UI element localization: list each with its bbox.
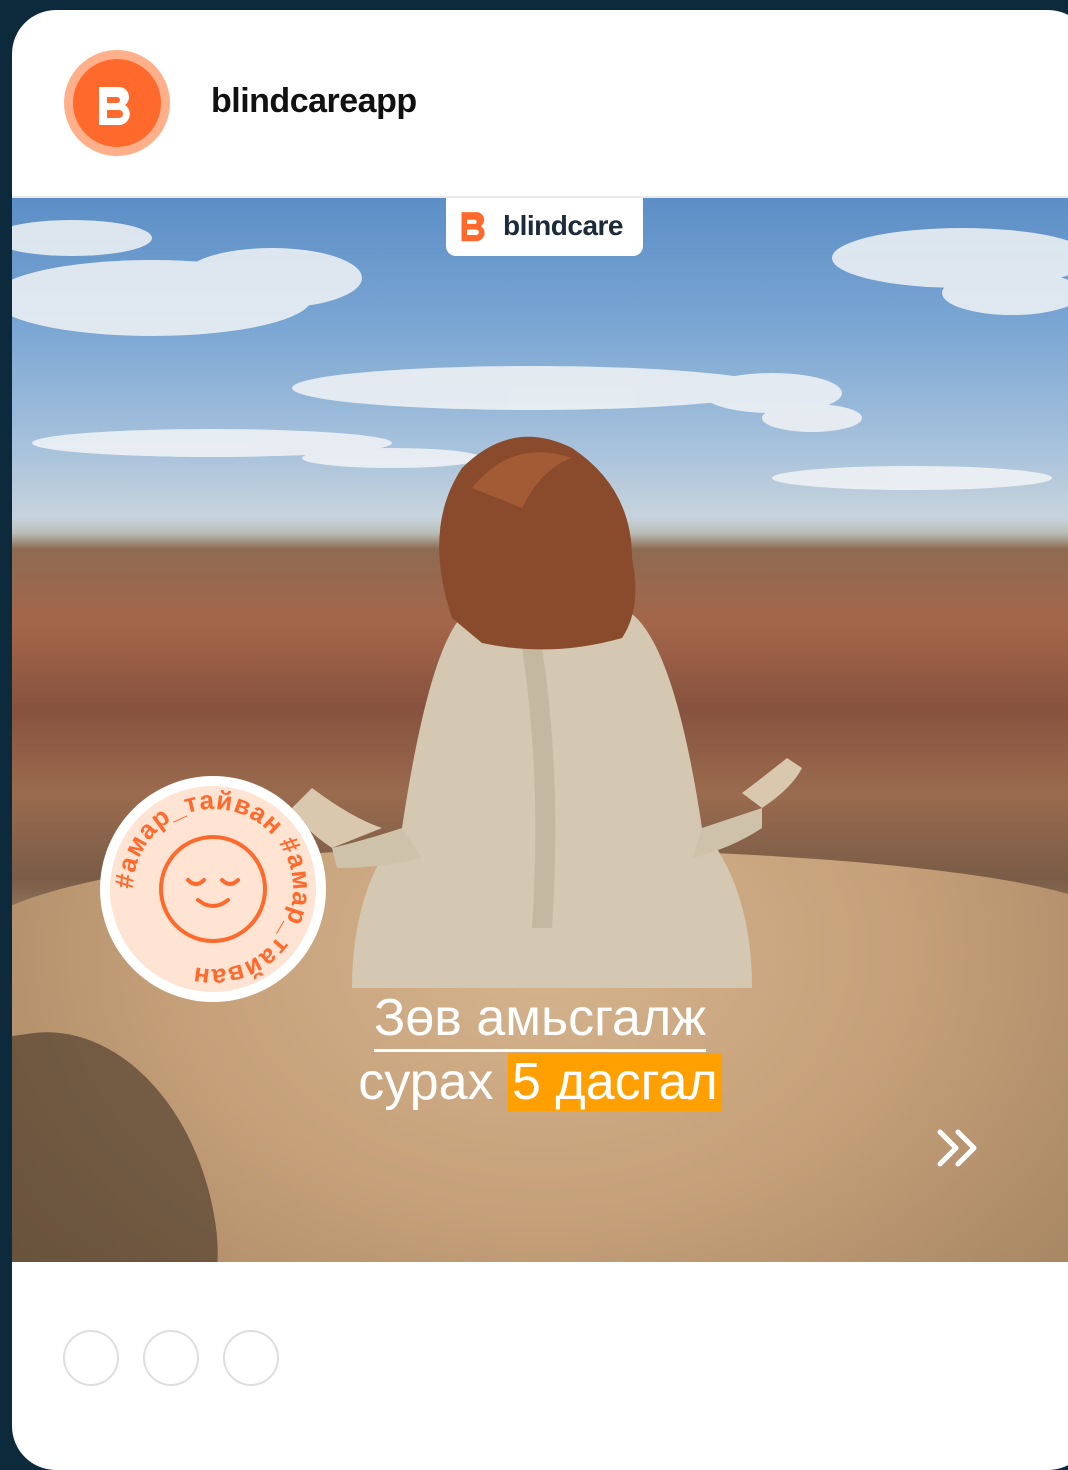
hashtag-sticker: #амар_тайван #амар_тайван — [100, 776, 326, 1002]
username[interactable]: blindcareapp — [211, 82, 417, 121]
post-header: blindcareapp — [12, 10, 1068, 198]
headline-line2: сурах — [358, 1053, 494, 1111]
action-circle-1[interactable] — [63, 1330, 119, 1386]
blindcare-logo-icon — [461, 212, 485, 242]
double-chevron-right-icon[interactable] — [934, 1126, 982, 1170]
post-actions — [12, 1264, 1068, 1470]
post-card: blindcareapp blindcare #амар_тайван #ама… — [12, 10, 1068, 1470]
headline-highlight: 5 дасгал — [508, 1053, 722, 1111]
headline: Зөв амьсгалж сурах 5 дасгал — [12, 986, 1068, 1114]
meditating-woman — [292, 436, 802, 988]
brand-name: blindcare — [503, 210, 623, 241]
blindcare-logo-icon — [73, 59, 161, 147]
brand-badge: blindcare — [446, 198, 643, 256]
action-circle-2[interactable] — [143, 1330, 199, 1386]
headline-line1: Зөв амьсгалж — [373, 989, 707, 1052]
action-circle-3[interactable] — [223, 1330, 279, 1386]
post-image[interactable]: blindcare #амар_тайван #амар_тайван Зөв … — [12, 198, 1068, 1262]
avatar[interactable] — [64, 50, 170, 156]
